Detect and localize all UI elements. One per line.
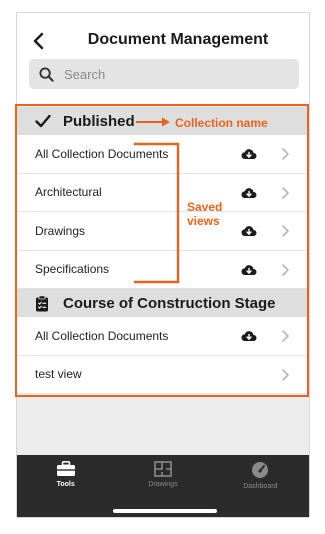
collection-name: Published	[63, 112, 135, 130]
chevron-right-icon	[282, 330, 289, 342]
drawings-icon	[154, 461, 172, 477]
tab-label: Dashboard	[243, 483, 278, 490]
saved-view-row[interactable]: All Collection Documents	[17, 317, 309, 356]
tab-label: Tools	[56, 481, 75, 488]
chevron-right-icon	[282, 148, 289, 160]
collection-name: Course of Construction Stage	[63, 294, 276, 312]
cloud-download-icon[interactable]	[241, 329, 257, 343]
saved-view-row[interactable]: test view	[17, 355, 309, 394]
tab-label: Drawings	[148, 481, 178, 488]
search-bar[interactable]	[29, 59, 299, 89]
saved-view-label: test view	[35, 367, 82, 382]
gauge-icon	[252, 462, 269, 478]
annotation-collection-name: Collection name	[175, 116, 268, 130]
chevron-right-icon	[282, 186, 289, 199]
chevron-right-icon	[282, 368, 289, 381]
tab-dashboard[interactable]: Dashboard	[212, 455, 309, 517]
chevron-right-icon	[282, 225, 289, 237]
bottom-tab-bar: Tools Drawings Dashboard	[17, 455, 309, 517]
cloud-download-icon[interactable]	[241, 186, 257, 200]
annotation-arrow	[136, 117, 170, 127]
home-indicator	[113, 509, 217, 513]
back-button[interactable]	[27, 29, 49, 53]
search-icon	[39, 66, 54, 82]
toolbox-icon	[56, 461, 75, 476]
annotation-bracket	[134, 142, 180, 284]
collection-header-course-of-construction: Course of Construction Stage	[17, 289, 309, 317]
saved-view-label: All Collection Documents	[35, 328, 169, 343]
search-input[interactable]	[64, 66, 284, 82]
tab-drawings[interactable]: Drawings	[114, 455, 211, 517]
tab-tools[interactable]: Tools	[17, 455, 114, 517]
annotation-saved-views-line2: views	[187, 214, 220, 228]
cloud-download-icon[interactable]	[241, 147, 257, 161]
cloud-download-icon[interactable]	[241, 263, 257, 277]
chevron-right-icon	[282, 263, 289, 276]
checkmark-icon	[35, 114, 55, 128]
clipboard-checklist-icon	[35, 294, 55, 312]
chevron-left-icon	[33, 32, 44, 50]
cloud-download-icon[interactable]	[241, 224, 257, 238]
annotation-saved-views-line1: Saved	[187, 200, 223, 214]
page-title: Document Management	[87, 31, 269, 48]
top-bar: Document Management	[17, 13, 309, 105]
